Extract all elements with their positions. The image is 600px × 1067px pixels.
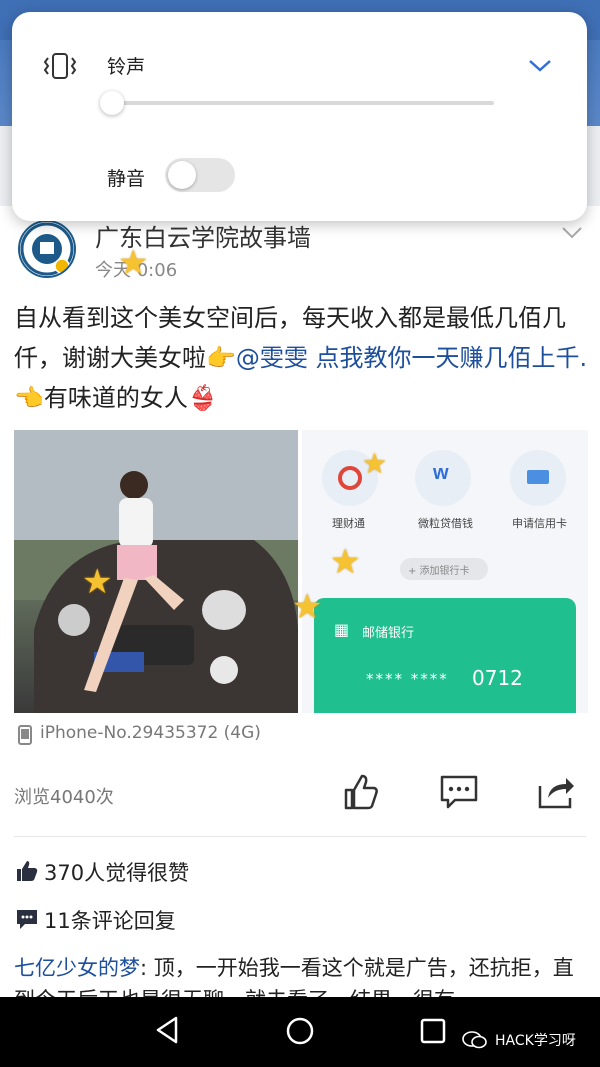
- bank-app-label-1: 理财通: [332, 517, 365, 530]
- home-icon[interactable]: [285, 1016, 315, 1046]
- ringtone-label: 铃声: [107, 56, 146, 78]
- mute-toggle[interactable]: [165, 158, 235, 192]
- add-card-pill: + 添加银行卡: [400, 558, 488, 580]
- bikini-icon: 👙: [187, 384, 218, 412]
- pointing-hand-icon: 👉: [206, 344, 236, 372]
- credit-card-app-icon: [510, 450, 566, 506]
- comment-icon[interactable]: [439, 772, 479, 812]
- star-sticker-icon: ★: [82, 562, 113, 602]
- post-menu-chevron-icon[interactable]: [560, 224, 584, 242]
- hand-icon: 👈: [14, 384, 44, 412]
- star-sticker-icon: ★: [330, 542, 361, 582]
- share-icon[interactable]: [536, 772, 576, 812]
- post-body: 自从看到这个美女空间后，每天收入都是最低几佰几仟，谢谢大美女啦👉@雯雯 点我教你…: [14, 298, 590, 418]
- likes-count[interactable]: 370人觉得很赞: [44, 857, 189, 887]
- comment-user[interactable]: 七亿少女的梦: [14, 956, 140, 980]
- back-icon[interactable]: [152, 1015, 182, 1045]
- wechat-icon: [462, 1031, 487, 1049]
- watermark: HACK学习呀: [495, 1033, 576, 1049]
- star-sticker-icon: ★: [292, 587, 323, 627]
- vibrate-icon[interactable]: [42, 52, 78, 80]
- view-count: 浏览4040次: [14, 787, 114, 808]
- comment-bubble-icon: [17, 910, 37, 929]
- ringtone-slider-track[interactable]: [112, 101, 494, 105]
- mute-toggle-knob: [168, 161, 196, 189]
- post-device: iPhone-No.29435372 (4G): [40, 723, 261, 743]
- volume-panel: 铃声 静音: [12, 12, 587, 221]
- divider: [14, 836, 586, 837]
- phone-icon: [18, 725, 32, 745]
- ringtone-slider-thumb[interactable]: [100, 91, 124, 115]
- like-icon[interactable]: [340, 772, 380, 812]
- card-masked: **** ****: [366, 670, 449, 688]
- card-last4: 0712: [472, 666, 523, 690]
- loan-app-icon: w: [415, 450, 471, 506]
- bank-app-label-3: 申请信用卡: [512, 517, 567, 530]
- post-text-part2: 有味道的女人: [43, 384, 188, 412]
- post-mention-link[interactable]: @雯雯 点我教你一天赚几佰上千.: [236, 344, 587, 372]
- chevron-down-icon[interactable]: [527, 54, 553, 76]
- bank-name: 邮储银行: [362, 626, 415, 641]
- mute-label: 静音: [107, 168, 146, 190]
- recents-icon[interactable]: [420, 1018, 446, 1044]
- comments-count[interactable]: 11条评论回复: [44, 905, 176, 935]
- university-seal-icon: [20, 222, 74, 276]
- post-photo-car[interactable]: [14, 430, 298, 713]
- bank-card: ▦ 邮储银行 **** **** 0712: [314, 598, 576, 713]
- bank-app-label-2: 微粒贷借钱: [418, 517, 473, 530]
- car-photo-illustration: [14, 430, 298, 713]
- avatar[interactable]: [18, 220, 76, 278]
- star-sticker-icon: ★: [362, 447, 388, 480]
- star-sticker-icon: ★: [118, 243, 149, 283]
- bank-card-logo-icon: ▦: [334, 620, 350, 639]
- thumb-up-icon: [17, 861, 38, 881]
